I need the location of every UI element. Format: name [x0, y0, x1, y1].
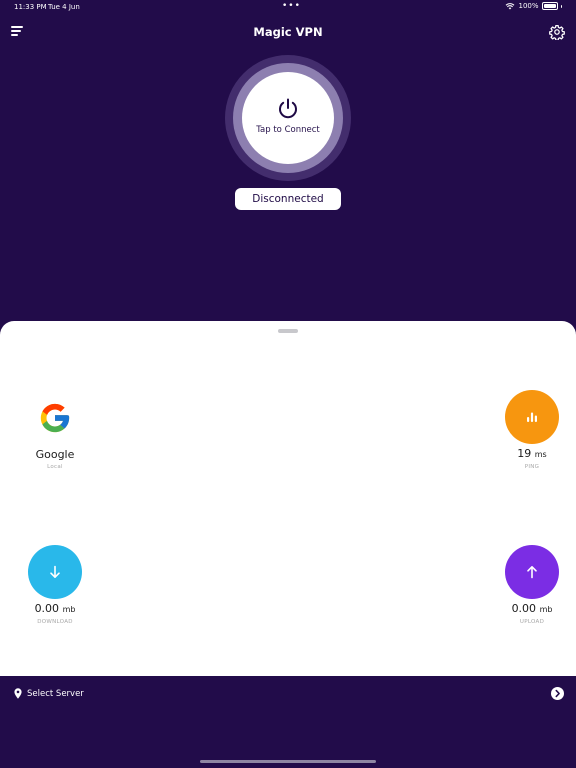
ping-button[interactable]: [505, 390, 559, 444]
battery-tip: [560, 4, 562, 8]
select-server-label[interactable]: Select Server: [27, 689, 84, 699]
power-icon: [279, 98, 297, 119]
select-server-bar[interactable]: Select Server: [0, 676, 576, 768]
upload-unit: mb: [539, 605, 553, 614]
upload-value: 0.00 mb: [497, 602, 567, 615]
status-right: 100%: [505, 2, 562, 10]
arrow-down-icon: [50, 565, 60, 578]
stats-sheet: Google Local 19 ms PING 0.00 mb DOWNLOAD…: [0, 321, 576, 676]
status-bar: 11:33 PM Tue 4 Jun ••• 100%: [0, 0, 576, 14]
home-indicator[interactable]: [200, 760, 376, 763]
app-header: Magic VPN: [0, 20, 576, 44]
bar-chart-icon: [527, 412, 537, 422]
upload-button[interactable]: [505, 545, 559, 599]
gear-icon[interactable]: [549, 24, 565, 40]
ping-label: PING: [524, 464, 540, 470]
upload-number: 0.00: [511, 602, 537, 615]
google-logo-icon: [40, 403, 70, 433]
download-number: 0.00: [34, 602, 60, 615]
ping-unit: ms: [534, 450, 547, 459]
connect-label: Tap to Connect: [256, 125, 320, 135]
download-unit: mb: [62, 605, 76, 614]
ping-number: 19: [517, 447, 532, 460]
server-name: Google: [35, 448, 75, 461]
select-server-arrow-button[interactable]: [551, 687, 564, 700]
upload-label: UPLOAD: [519, 619, 545, 625]
connection-status-badge: Disconnected: [235, 188, 341, 210]
download-label: DOWNLOAD: [37, 619, 73, 625]
page-title: Magic VPN: [253, 25, 323, 39]
sheet-drag-handle[interactable]: [278, 329, 298, 333]
connect-button[interactable]: Tap to Connect: [242, 72, 334, 164]
battery-percent: 100%: [518, 2, 539, 10]
arrow-up-icon: [527, 565, 537, 579]
multitask-dots[interactable]: •••: [282, 1, 301, 11]
status-date: Tue 4 Jun: [48, 3, 80, 11]
download-button[interactable]: [28, 545, 82, 599]
wifi-icon: [506, 3, 515, 10]
chevron-right-icon: [555, 689, 560, 698]
battery-icon: [541, 2, 558, 10]
download-value: 0.00 mb: [20, 602, 90, 615]
status-time: 11:33 PM: [14, 3, 47, 11]
ping-value: 19 ms: [497, 447, 567, 460]
server-region: Local: [47, 464, 63, 470]
location-pin-icon: [14, 688, 22, 699]
